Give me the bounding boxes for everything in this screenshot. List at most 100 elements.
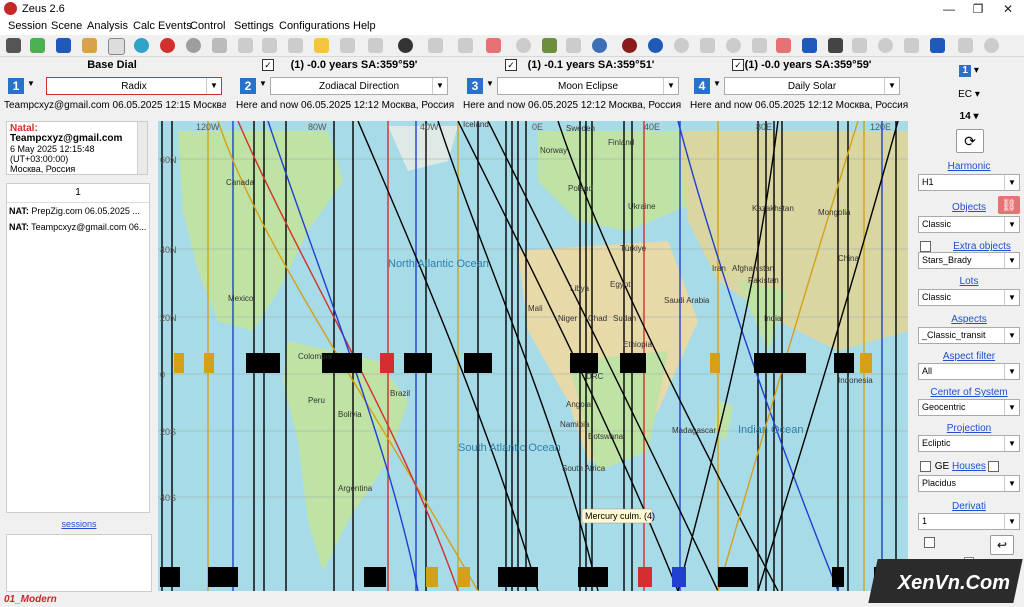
aspects-select[interactable]: _Classic_transit ▼ xyxy=(918,327,1020,344)
world-map[interactable]: 120W 80W 40W 0E 40E 80E 120E 60N 40N 20N… xyxy=(158,121,908,591)
dial-type-select[interactable]: Daily Solar ▼ xyxy=(724,77,900,95)
lots-select[interactable]: Classic ▼ xyxy=(918,289,1020,306)
chevron-down-icon[interactable]: ▼ xyxy=(1004,328,1019,343)
settings-red-icon[interactable] xyxy=(776,38,791,53)
aspect-filter-link[interactable]: Aspect filter xyxy=(916,351,1022,362)
harmonic-select[interactable]: H1 ▼ xyxy=(918,174,1020,191)
export-icon[interactable] xyxy=(752,38,767,53)
wheel-icon[interactable] xyxy=(648,38,663,53)
person-icon[interactable] xyxy=(542,38,557,53)
chevron-down-icon[interactable]: ▼ xyxy=(432,78,447,94)
lots-link[interactable]: Lots xyxy=(916,276,1022,287)
tag-icon[interactable] xyxy=(428,38,443,53)
projection-link[interactable]: Projection xyxy=(916,423,1022,434)
dial-number-select[interactable]: 1 ▾ xyxy=(916,65,1022,77)
dial-type-select[interactable]: Zodiacal Direction ▼ xyxy=(270,77,448,95)
window-icon[interactable] xyxy=(930,38,945,53)
clock-icon[interactable] xyxy=(516,38,531,53)
layers-icon[interactable] xyxy=(852,38,867,53)
list-header[interactable]: 1 xyxy=(7,184,149,203)
chevron-down-icon[interactable]: ▼ xyxy=(206,78,221,94)
close-window-icon[interactable] xyxy=(958,38,973,53)
search-icon[interactable] xyxy=(802,38,817,53)
chevron-down-icon[interactable]: ▼ xyxy=(27,79,35,88)
chevron-down-icon[interactable]: ▼ xyxy=(884,78,899,94)
dial-number[interactable]: 4 xyxy=(694,78,710,94)
chevron-down-icon[interactable]: ▼ xyxy=(1004,476,1019,491)
ec-select[interactable]: EC ▾ xyxy=(916,89,1022,100)
projection-select[interactable]: Ecliptic ▼ xyxy=(918,435,1020,452)
chevron-down-icon[interactable]: ▼ xyxy=(1004,364,1019,379)
back-button[interactable]: ↩ xyxy=(990,535,1014,555)
houses-link[interactable]: Houses xyxy=(952,461,986,472)
calendar-icon[interactable] xyxy=(486,38,501,53)
reload-icon[interactable] xyxy=(984,38,999,53)
derivatives-link[interactable]: Derivati xyxy=(916,501,1022,512)
asterisk-icon[interactable] xyxy=(458,38,473,53)
copy-icon[interactable] xyxy=(700,38,715,53)
houses-checkbox[interactable] xyxy=(988,461,999,472)
chevron-down-icon[interactable]: ▼ xyxy=(1004,400,1019,415)
record-icon[interactable] xyxy=(622,38,637,53)
database-icon[interactable] xyxy=(6,38,21,53)
derivatives-select[interactable]: 1 ▼ xyxy=(918,513,1020,530)
dial-type-select[interactable]: Radix ▼ xyxy=(46,77,222,95)
center-of-system-link[interactable]: Center of System xyxy=(916,387,1022,398)
chevron-down-icon[interactable]: ▼ xyxy=(1004,514,1019,529)
panel-icon[interactable] xyxy=(904,38,919,53)
table-icon[interactable] xyxy=(368,38,383,53)
sessions-link[interactable]: sessions xyxy=(0,519,158,529)
count-select[interactable]: 14 ▾ xyxy=(916,111,1022,122)
aspects-link[interactable]: Aspects xyxy=(916,314,1022,325)
folder-icon[interactable] xyxy=(82,38,97,53)
notes-box[interactable] xyxy=(6,534,152,592)
extra-objects-checkbox[interactable] xyxy=(920,241,931,252)
houses-select[interactable]: Placidus ▼ xyxy=(918,475,1020,492)
menu-calc-events[interactable]: Calc Events xyxy=(133,20,192,32)
extra-objects-select[interactable]: Stars_Brady ▼ xyxy=(918,252,1020,269)
circle-icon[interactable] xyxy=(186,38,201,53)
chevron-down-icon[interactable]: ▼ xyxy=(1004,436,1019,451)
cog-icon[interactable] xyxy=(878,38,893,53)
angle-icon[interactable] xyxy=(262,38,277,53)
chevron-down-icon[interactable]: ▼ xyxy=(713,79,721,88)
save-icon[interactable] xyxy=(56,38,71,53)
menu-configurations[interactable]: Configurations xyxy=(279,20,350,32)
objects-select[interactable]: Classic ▼ xyxy=(918,216,1020,233)
close-button[interactable]: ✕ xyxy=(993,0,1023,18)
menu-settings[interactable]: Settings xyxy=(234,20,274,32)
minimize-button[interactable]: — xyxy=(934,0,964,18)
menu-scene[interactable]: Scene xyxy=(51,20,82,32)
chevron-down-icon[interactable]: ▼ xyxy=(663,78,678,94)
axis-icon[interactable] xyxy=(340,38,355,53)
ge-checkbox[interactable] xyxy=(920,461,931,472)
refresh-button[interactable]: ⟳ xyxy=(956,129,984,153)
dial-number[interactable]: 2 xyxy=(240,78,256,94)
menu-help[interactable]: Help xyxy=(353,20,376,32)
spiral-icon[interactable] xyxy=(726,38,741,53)
scrollbar[interactable] xyxy=(137,122,147,174)
list-item[interactable]: NAT: PrepZig.com 06.05.2025 ... xyxy=(7,203,149,219)
chevron-down-icon[interactable]: ▼ xyxy=(1004,217,1019,232)
center-of-system-select[interactable]: Geocentric ▼ xyxy=(918,399,1020,416)
list-item[interactable]: NAT: Teampcxyz@gmail.com 06... xyxy=(7,219,149,235)
menu-session[interactable]: Session xyxy=(8,20,47,32)
extra-objects-link[interactable]: Extra objects xyxy=(942,241,1022,252)
harmonic-link[interactable]: Harmonic xyxy=(916,161,1022,172)
chevron-down-icon[interactable]: ▼ xyxy=(1004,253,1019,268)
eye-icon[interactable] xyxy=(566,38,581,53)
chevron-down-icon[interactable]: ▼ xyxy=(1004,175,1019,190)
document-icon[interactable] xyxy=(108,38,125,55)
target-icon[interactable] xyxy=(134,38,149,53)
menu-analysis[interactable]: Analysis xyxy=(87,20,128,32)
refresh-icon[interactable] xyxy=(674,38,689,53)
grid-icon[interactable] xyxy=(828,38,843,53)
dial-type-select[interactable]: Moon Eclipse ▼ xyxy=(497,77,679,95)
new-icon[interactable] xyxy=(30,38,45,53)
globe-icon[interactable] xyxy=(160,38,175,53)
chevron-down-icon[interactable]: ▼ xyxy=(259,79,267,88)
fan-icon[interactable] xyxy=(398,38,413,53)
dial-number[interactable]: 3 xyxy=(467,78,483,94)
dial-number[interactable]: 1 xyxy=(8,78,24,94)
option-checkbox[interactable] xyxy=(924,537,935,548)
